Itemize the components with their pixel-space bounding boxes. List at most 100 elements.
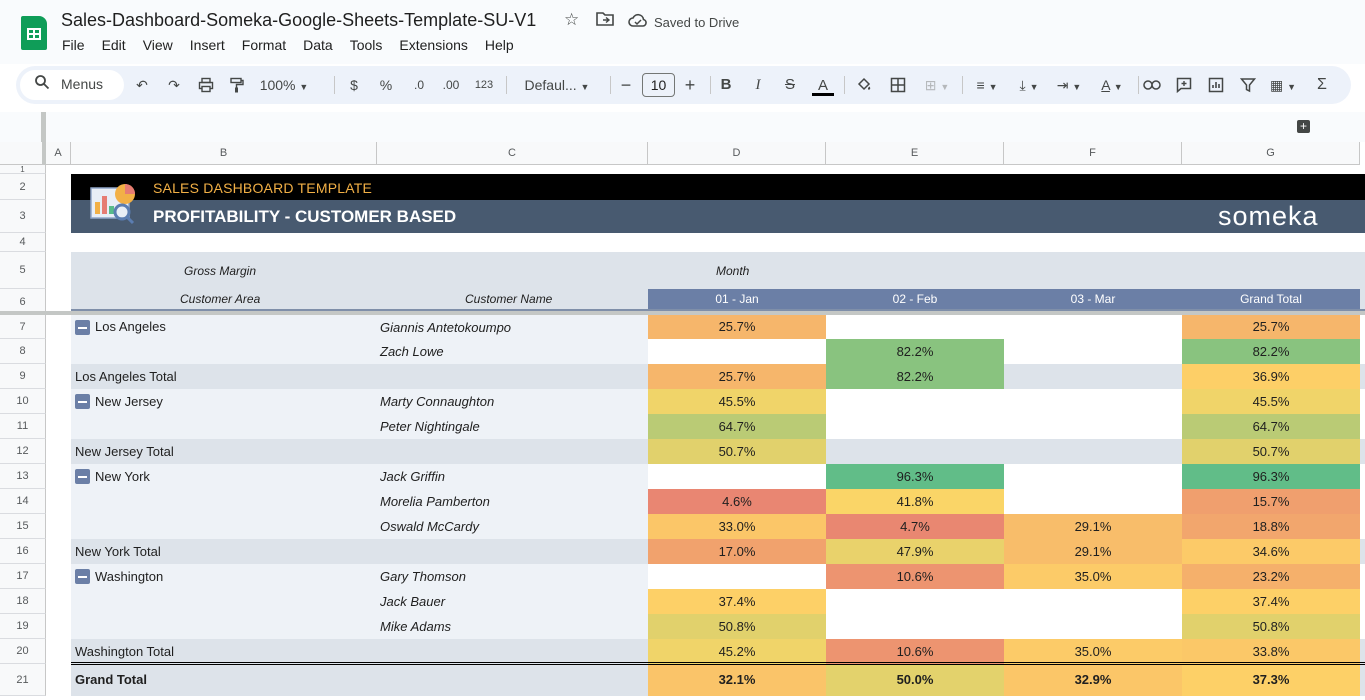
menu-format[interactable]: Format — [242, 37, 286, 53]
row-header[interactable]: 18 — [0, 589, 46, 614]
table-view-icon[interactable]: ▦ ▼ — [1266, 66, 1300, 104]
margin-value-cell[interactable]: 32.9% — [1004, 664, 1182, 696]
filter-icon[interactable] — [1238, 66, 1258, 104]
margin-value-cell[interactable]: 25.7% — [648, 364, 826, 389]
margin-value-cell[interactable]: 37.3% — [1182, 664, 1360, 696]
margin-value-cell[interactable] — [826, 414, 1004, 439]
pivot-row[interactable] — [71, 464, 648, 489]
margin-value-cell[interactable]: 33.0% — [648, 514, 826, 539]
row-header[interactable]: 10 — [0, 389, 46, 414]
font-size-input[interactable]: 10 — [642, 73, 675, 97]
margin-value-cell[interactable]: 47.9% — [826, 539, 1004, 564]
font-select[interactable]: Defaul... ▼ — [516, 66, 598, 104]
margin-value-cell[interactable] — [1004, 589, 1182, 614]
margin-value-cell[interactable] — [648, 564, 826, 589]
percent-format-button[interactable]: % — [376, 66, 396, 104]
margin-value-cell[interactable]: 45.2% — [648, 639, 826, 664]
margin-value-cell[interactable]: 4.7% — [826, 514, 1004, 539]
align-icon[interactable]: ≡ ▼ — [970, 66, 1004, 104]
margin-value-cell[interactable]: 25.7% — [648, 315, 826, 339]
row-header[interactable]: 13 — [0, 464, 46, 489]
select-all-corner[interactable] — [0, 142, 46, 165]
menu-help[interactable]: Help — [485, 37, 514, 53]
area-total-label[interactable]: New Jersey Total — [75, 439, 174, 464]
link-icon[interactable] — [1142, 66, 1162, 104]
pivot-row[interactable] — [71, 614, 648, 639]
pivot-area-label[interactable]: Customer Area — [180, 292, 260, 306]
margin-value-cell[interactable]: 50.7% — [648, 439, 826, 464]
decrease-font-size-button[interactable]: − — [616, 66, 636, 104]
redo-icon[interactable]: ↷ — [164, 66, 184, 104]
row-header[interactable]: 21 — [0, 664, 46, 696]
document-title[interactable]: Sales-Dashboard-Someka-Google-Sheets-Tem… — [61, 10, 536, 31]
margin-value-cell[interactable]: 37.4% — [648, 589, 826, 614]
column-header-e[interactable]: E — [826, 142, 1004, 165]
customer-area[interactable]: New Jersey — [95, 389, 163, 414]
margin-value-cell[interactable]: 82.2% — [826, 339, 1004, 364]
month-header-jan[interactable]: 01 - Jan — [648, 289, 826, 309]
margin-value-cell[interactable]: 29.1% — [1004, 539, 1182, 564]
customer-name[interactable]: Jack Griffin — [376, 464, 445, 489]
customer-name[interactable]: Gary Thomson — [376, 564, 466, 589]
strikethrough-icon[interactable]: S — [780, 66, 800, 104]
margin-value-cell[interactable]: 33.8% — [1182, 639, 1360, 664]
column-header-a[interactable]: A — [46, 142, 71, 165]
number-format-button[interactable]: 123 — [472, 66, 496, 104]
margin-value-cell[interactable] — [1004, 389, 1182, 414]
margin-value-cell[interactable]: 96.3% — [826, 464, 1004, 489]
italic-icon[interactable]: I — [748, 66, 768, 104]
month-header-grand-total[interactable]: Grand Total — [1182, 289, 1360, 309]
row-header[interactable]: 7 — [0, 315, 46, 339]
area-total-label[interactable]: Grand Total — [75, 664, 147, 696]
collapse-group-icon[interactable] — [75, 469, 90, 484]
row-header[interactable]: 20 — [0, 639, 46, 664]
margin-value-cell[interactable] — [826, 389, 1004, 414]
row-header[interactable]: 3 — [0, 200, 46, 233]
text-color-icon[interactable]: A — [812, 66, 834, 104]
margin-value-cell[interactable]: 34.6% — [1182, 539, 1360, 564]
print-icon[interactable] — [196, 66, 216, 104]
margin-value-cell[interactable]: 32.1% — [648, 664, 826, 696]
menu-tools[interactable]: Tools — [350, 37, 383, 53]
move-folder-icon[interactable] — [596, 10, 614, 31]
customer-name[interactable]: Peter Nightingale — [376, 414, 480, 439]
row-header[interactable]: 17 — [0, 564, 46, 589]
row-header[interactable]: 19 — [0, 614, 46, 639]
row-header[interactable]: 4 — [0, 233, 46, 252]
customer-name[interactable]: Marty Connaughton — [376, 389, 494, 414]
margin-value-cell[interactable]: 10.6% — [826, 639, 1004, 664]
customer-area[interactable]: Washington — [95, 564, 163, 589]
customer-name[interactable]: Jack Bauer — [376, 589, 445, 614]
margin-value-cell[interactable]: 64.7% — [648, 414, 826, 439]
customer-name[interactable]: Morelia Pamberton — [376, 489, 490, 514]
area-total-label[interactable]: Washington Total — [75, 639, 174, 664]
increase-font-size-button[interactable]: + — [680, 66, 700, 104]
margin-value-cell[interactable]: 96.3% — [1182, 464, 1360, 489]
customer-area[interactable]: New York — [95, 464, 150, 489]
cloud-saved-icon[interactable] — [628, 13, 648, 34]
menu-view[interactable]: View — [143, 37, 173, 53]
month-header-feb[interactable]: 02 - Feb — [826, 289, 1004, 309]
column-header-g[interactable]: G — [1182, 142, 1360, 165]
collapse-group-icon[interactable] — [75, 320, 90, 335]
margin-value-cell[interactable]: 15.7% — [1182, 489, 1360, 514]
menu-edit[interactable]: Edit — [102, 37, 126, 53]
margin-value-cell[interactable] — [826, 315, 1004, 339]
area-total-label[interactable]: Los Angeles Total — [75, 364, 177, 389]
menu-extensions[interactable]: Extensions — [399, 37, 467, 53]
pivot-value-label[interactable]: Gross Margin — [184, 264, 256, 278]
margin-value-cell[interactable] — [1004, 339, 1182, 364]
row-header[interactable]: 2 — [0, 174, 46, 200]
margin-value-cell[interactable]: 50.8% — [1182, 614, 1360, 639]
paint-format-icon[interactable] — [227, 66, 247, 104]
margin-value-cell[interactable]: 45.5% — [1182, 389, 1360, 414]
zoom-select[interactable]: 100% ▼ — [256, 66, 312, 104]
pivot-row[interactable] — [71, 589, 648, 614]
borders-icon[interactable] — [888, 66, 908, 104]
row-header[interactable]: 5 — [0, 252, 46, 289]
menu-data[interactable]: Data — [303, 37, 333, 53]
month-header-mar[interactable]: 03 - Mar — [1004, 289, 1182, 309]
row-header[interactable]: 11 — [0, 414, 46, 439]
margin-value-cell[interactable]: 82.2% — [826, 364, 1004, 389]
currency-format-button[interactable]: $ — [344, 66, 364, 104]
